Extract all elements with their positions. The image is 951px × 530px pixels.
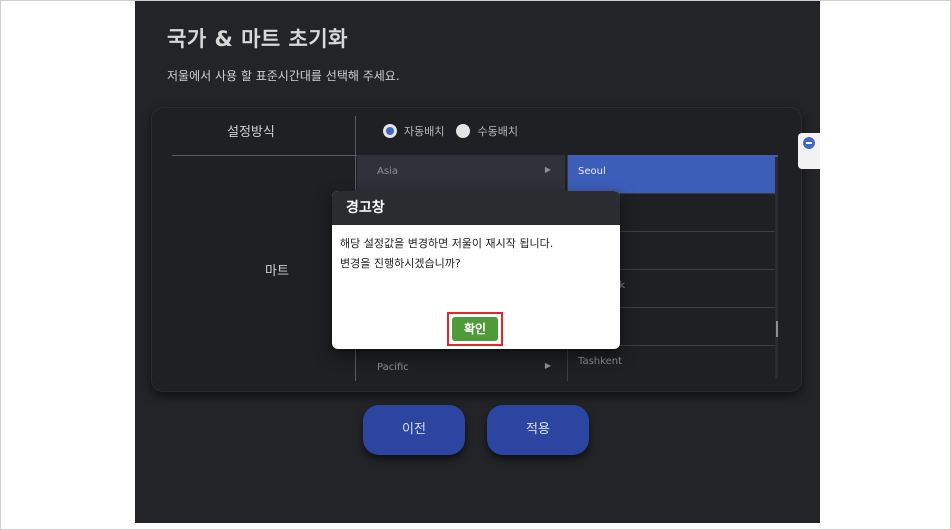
radio-label: 자동배치 <box>404 125 445 138</box>
city-item-tashkent[interactable]: Tashkent <box>568 345 778 383</box>
dialog-message-line2: 변경을 진행하시겠습니까? <box>340 257 461 270</box>
radio-auto-placement[interactable]: 자동배치 <box>383 123 444 139</box>
region-item-asia[interactable]: Asia ▶ <box>357 155 565 194</box>
app-screen: 국가 & 마트 초기화 저울에서 사용 할 표준시간대를 선택해 주세요. 설정… <box>135 1 820 523</box>
city-list-scrollbar[interactable] <box>775 157 778 379</box>
settings-method-radio-group: 자동배치 수동배치 <box>383 123 530 139</box>
minus-circle-icon <box>802 136 816 150</box>
settings-method-label: 설정방식 <box>227 125 275 140</box>
apply-button[interactable]: 적용 <box>487 405 589 455</box>
chevron-right-icon: ▶ <box>544 361 551 370</box>
radio-selected-icon <box>383 124 397 138</box>
city-label: Tashkent <box>578 356 622 367</box>
mart-label: 마트 <box>265 264 289 279</box>
dialog-title: 경고창 <box>332 191 620 225</box>
page-subtitle: 저울에서 사용 할 표준시간대를 선택해 주세요. <box>167 69 400 83</box>
side-panel-tab[interactable] <box>798 133 820 169</box>
radio-unselected-icon <box>456 124 471 138</box>
dialog-message-line1: 해당 설정값을 변경하면 저울이 재시작 됩니다. <box>340 237 554 250</box>
warning-dialog: 경고창 해당 설정값을 변경하면 저울이 재시작 됩니다. 변경을 진행하시겠습… <box>332 191 620 349</box>
scroll-thumb[interactable] <box>776 321 778 337</box>
region-label: Pacific <box>377 362 409 373</box>
page-title: 국가 & 마트 초기화 <box>167 27 348 51</box>
row-divider <box>172 155 357 156</box>
confirm-button[interactable]: 확인 <box>452 317 498 341</box>
prev-button[interactable]: 이전 <box>363 405 465 455</box>
confirm-highlight-box: 확인 <box>447 312 503 346</box>
radio-manual-placement[interactable]: 수동배치 <box>456 123 518 139</box>
radio-label: 수동배치 <box>477 125 518 138</box>
city-label: Seoul <box>578 166 606 177</box>
region-item-pacific[interactable]: Pacific ▶ <box>357 351 565 389</box>
region-label: Asia <box>377 166 398 177</box>
city-item-seoul[interactable]: Seoul <box>568 155 778 194</box>
chevron-right-icon: ▶ <box>544 165 551 174</box>
